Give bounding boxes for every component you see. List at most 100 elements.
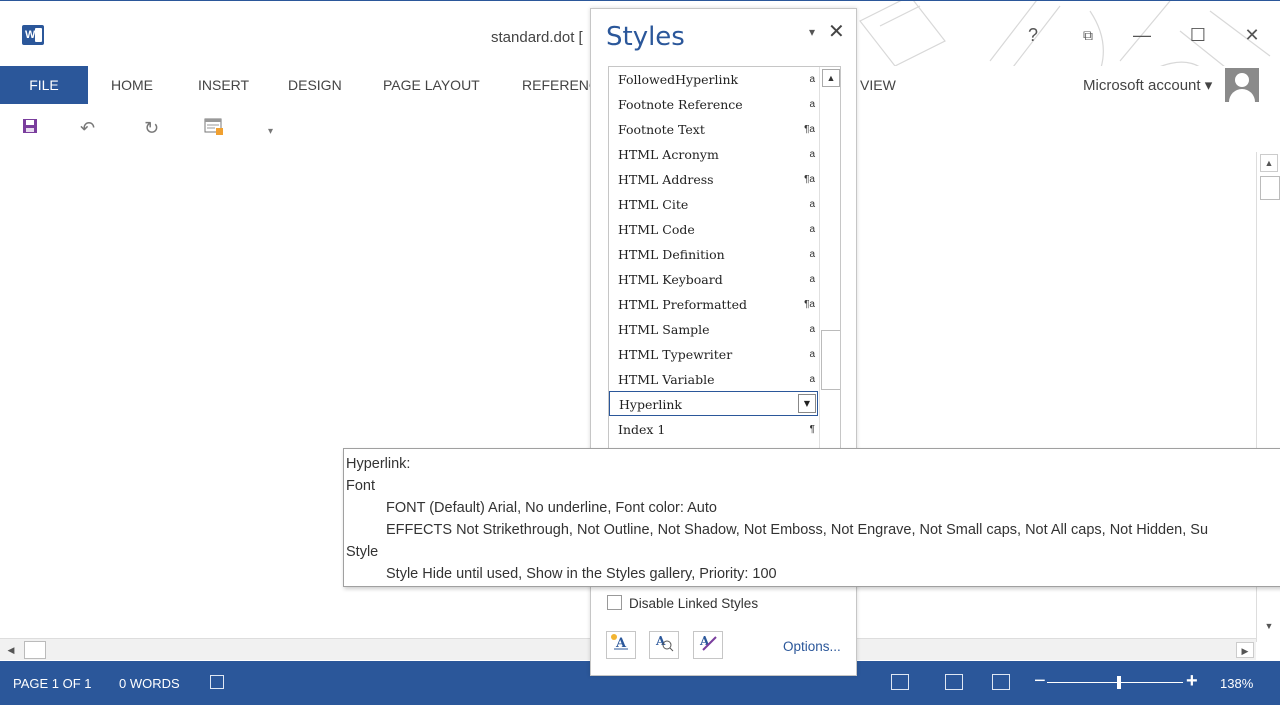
style-type-mark: a <box>809 374 815 385</box>
maximize-button[interactable]: ☐ <box>1178 21 1218 49</box>
style-type-mark: a <box>809 324 815 335</box>
tab-references[interactable]: REFERENC <box>522 66 599 104</box>
style-item[interactable]: HTML Keyboard a <box>609 267 819 292</box>
tab-view[interactable]: VIEW <box>860 66 896 104</box>
custom-command-icon[interactable] <box>204 118 224 141</box>
style-dropdown-icon[interactable]: ▼ <box>798 394 816 413</box>
tab-insert[interactable]: INSERT <box>198 66 249 104</box>
scroll-thumb[interactable] <box>1260 176 1280 200</box>
tab-page-layout[interactable]: PAGE LAYOUT <box>383 66 480 104</box>
zoom-slider[interactable] <box>1047 682 1183 683</box>
manage-styles-button[interactable]: A <box>693 631 723 659</box>
pane-menu-icon[interactable]: ▾ <box>809 25 815 39</box>
style-item[interactable]: Footnote Text ¶a <box>609 117 819 142</box>
ribbon-display-options-button[interactable]: ⧉ <box>1068 21 1108 49</box>
style-item[interactable]: HTML Sample a <box>609 317 819 342</box>
style-item-label: Footnote Reference <box>618 97 743 112</box>
style-item[interactable]: Footnote Reference a <box>609 92 819 117</box>
style-type-mark: a <box>809 224 815 235</box>
style-item-label: Index 1 <box>618 422 666 437</box>
account-menu[interactable]: Microsoft account ▾ <box>1083 76 1212 94</box>
scroll-right-icon[interactable]: ▶ <box>1236 642 1254 658</box>
disable-linked-styles-label: Disable Linked Styles <box>629 596 759 611</box>
style-item-label: HTML Typewriter <box>618 347 733 362</box>
close-button[interactable]: ✕ <box>1232 21 1272 49</box>
style-item[interactable]: Index 1 ¶ <box>609 417 819 442</box>
svg-text:A: A <box>655 634 666 648</box>
style-type-mark: ¶ <box>809 424 815 435</box>
style-item-label: HTML Code <box>618 222 695 237</box>
scroll-left-icon[interactable]: ◀ <box>2 642 20 658</box>
zoom-slider-thumb[interactable] <box>1117 676 1121 689</box>
style-item-label: HTML Keyboard <box>618 272 723 287</box>
help-button[interactable]: ? <box>1013 21 1053 49</box>
style-item[interactable]: HTML Typewriter a <box>609 342 819 367</box>
read-mode-icon[interactable] <box>891 674 909 690</box>
tooltip-effects-detail: EFFECTS Not Strikethrough, Not Outline, … <box>386 522 1209 538</box>
word-logo-icon[interactable]: W <box>22 25 44 45</box>
redo-icon[interactable]: ↻ <box>144 118 159 139</box>
style-item[interactable]: HTML Code a <box>609 217 819 242</box>
zoom-in-button[interactable]: + <box>1186 670 1198 693</box>
options-link[interactable]: Options... <box>783 639 841 654</box>
tab-home[interactable]: HOME <box>111 66 153 104</box>
hscroll-thumb[interactable] <box>24 641 46 659</box>
style-item-label: HTML Preformatted <box>618 297 747 312</box>
avatar[interactable] <box>1225 68 1259 102</box>
tab-design[interactable]: DESIGN <box>288 66 342 104</box>
tooltip-section-style: Style <box>346 544 379 560</box>
style-item[interactable]: HTML Definition a <box>609 242 819 267</box>
style-item-label: Footnote Text <box>618 122 705 137</box>
style-item-label: Hyperlink <box>619 397 682 412</box>
print-layout-icon[interactable] <box>945 674 963 690</box>
style-item[interactable]: HTML Preformatted ¶a <box>609 292 819 317</box>
tooltip-section-font: Font <box>346 478 376 494</box>
pane-close-icon[interactable]: ✕ <box>828 19 845 44</box>
style-item[interactable]: FollowedHyperlink a <box>609 67 819 92</box>
style-list-scroll-thumb[interactable] <box>821 330 840 390</box>
tooltip-font-detail: FONT (Default) Arial, No underline, Font… <box>386 500 717 516</box>
customize-qat-icon[interactable]: ▾ <box>268 126 273 137</box>
style-item[interactable]: HTML Cite a <box>609 192 819 217</box>
zoom-level[interactable]: 138% <box>1220 676 1253 691</box>
web-layout-icon[interactable] <box>992 674 1010 690</box>
style-list[interactable]: FollowedHyperlink a Footnote Reference a F… <box>608 66 841 453</box>
document-title: standard.dot [ <box>491 29 583 46</box>
new-style-button[interactable]: A <box>606 631 636 659</box>
tab-file[interactable]: FILE <box>0 66 88 104</box>
word-count[interactable]: 0 WORDS <box>119 676 180 691</box>
style-type-mark: a <box>809 349 815 360</box>
minimize-button[interactable]: — <box>1122 21 1162 49</box>
style-item-label: HTML Sample <box>618 322 710 337</box>
scroll-up-icon[interactable]: ▲ <box>1260 154 1278 172</box>
style-type-mark: a <box>809 249 815 260</box>
style-item[interactable]: HTML Address ¶a <box>609 167 819 192</box>
scroll-down-icon[interactable]: ▼ <box>1260 618 1278 636</box>
styles-pane-title: Styles <box>606 22 685 52</box>
style-item-label: HTML Cite <box>618 197 689 212</box>
style-item-label: FollowedHyperlink <box>618 72 739 87</box>
proofing-icon[interactable] <box>210 675 224 689</box>
zoom-out-button[interactable]: − <box>1034 670 1046 693</box>
undo-icon[interactable]: ↶ <box>80 118 95 139</box>
style-type-mark: ¶a <box>804 174 815 185</box>
style-type-mark: ¶a <box>804 124 815 135</box>
style-item-selected[interactable]: Hyperlink ▼ <box>609 391 818 416</box>
style-type-mark: a <box>809 149 815 160</box>
save-icon[interactable] <box>22 118 38 139</box>
scroll-up-icon[interactable]: ▲ <box>822 69 840 87</box>
style-list-scrollbar[interactable]: ▲ <box>819 67 840 452</box>
disable-linked-styles-checkbox[interactable] <box>607 595 622 610</box>
style-type-mark: a <box>809 74 815 85</box>
page-count[interactable]: PAGE 1 OF 1 <box>13 676 92 691</box>
style-inspector-button[interactable]: A <box>649 631 679 659</box>
style-type-mark: ¶a <box>804 299 815 310</box>
style-type-mark: a <box>809 199 815 210</box>
style-item[interactable]: HTML Variable a <box>609 367 819 392</box>
style-item[interactable]: HTML Acronym a <box>609 142 819 167</box>
style-type-mark: a <box>809 99 815 110</box>
style-item-label: HTML Address <box>618 172 714 187</box>
tooltip-style-detail: Style Hide until used, Show in the Style… <box>386 566 777 582</box>
style-item-label: HTML Variable <box>618 372 715 387</box>
style-item-label: HTML Acronym <box>618 147 719 162</box>
